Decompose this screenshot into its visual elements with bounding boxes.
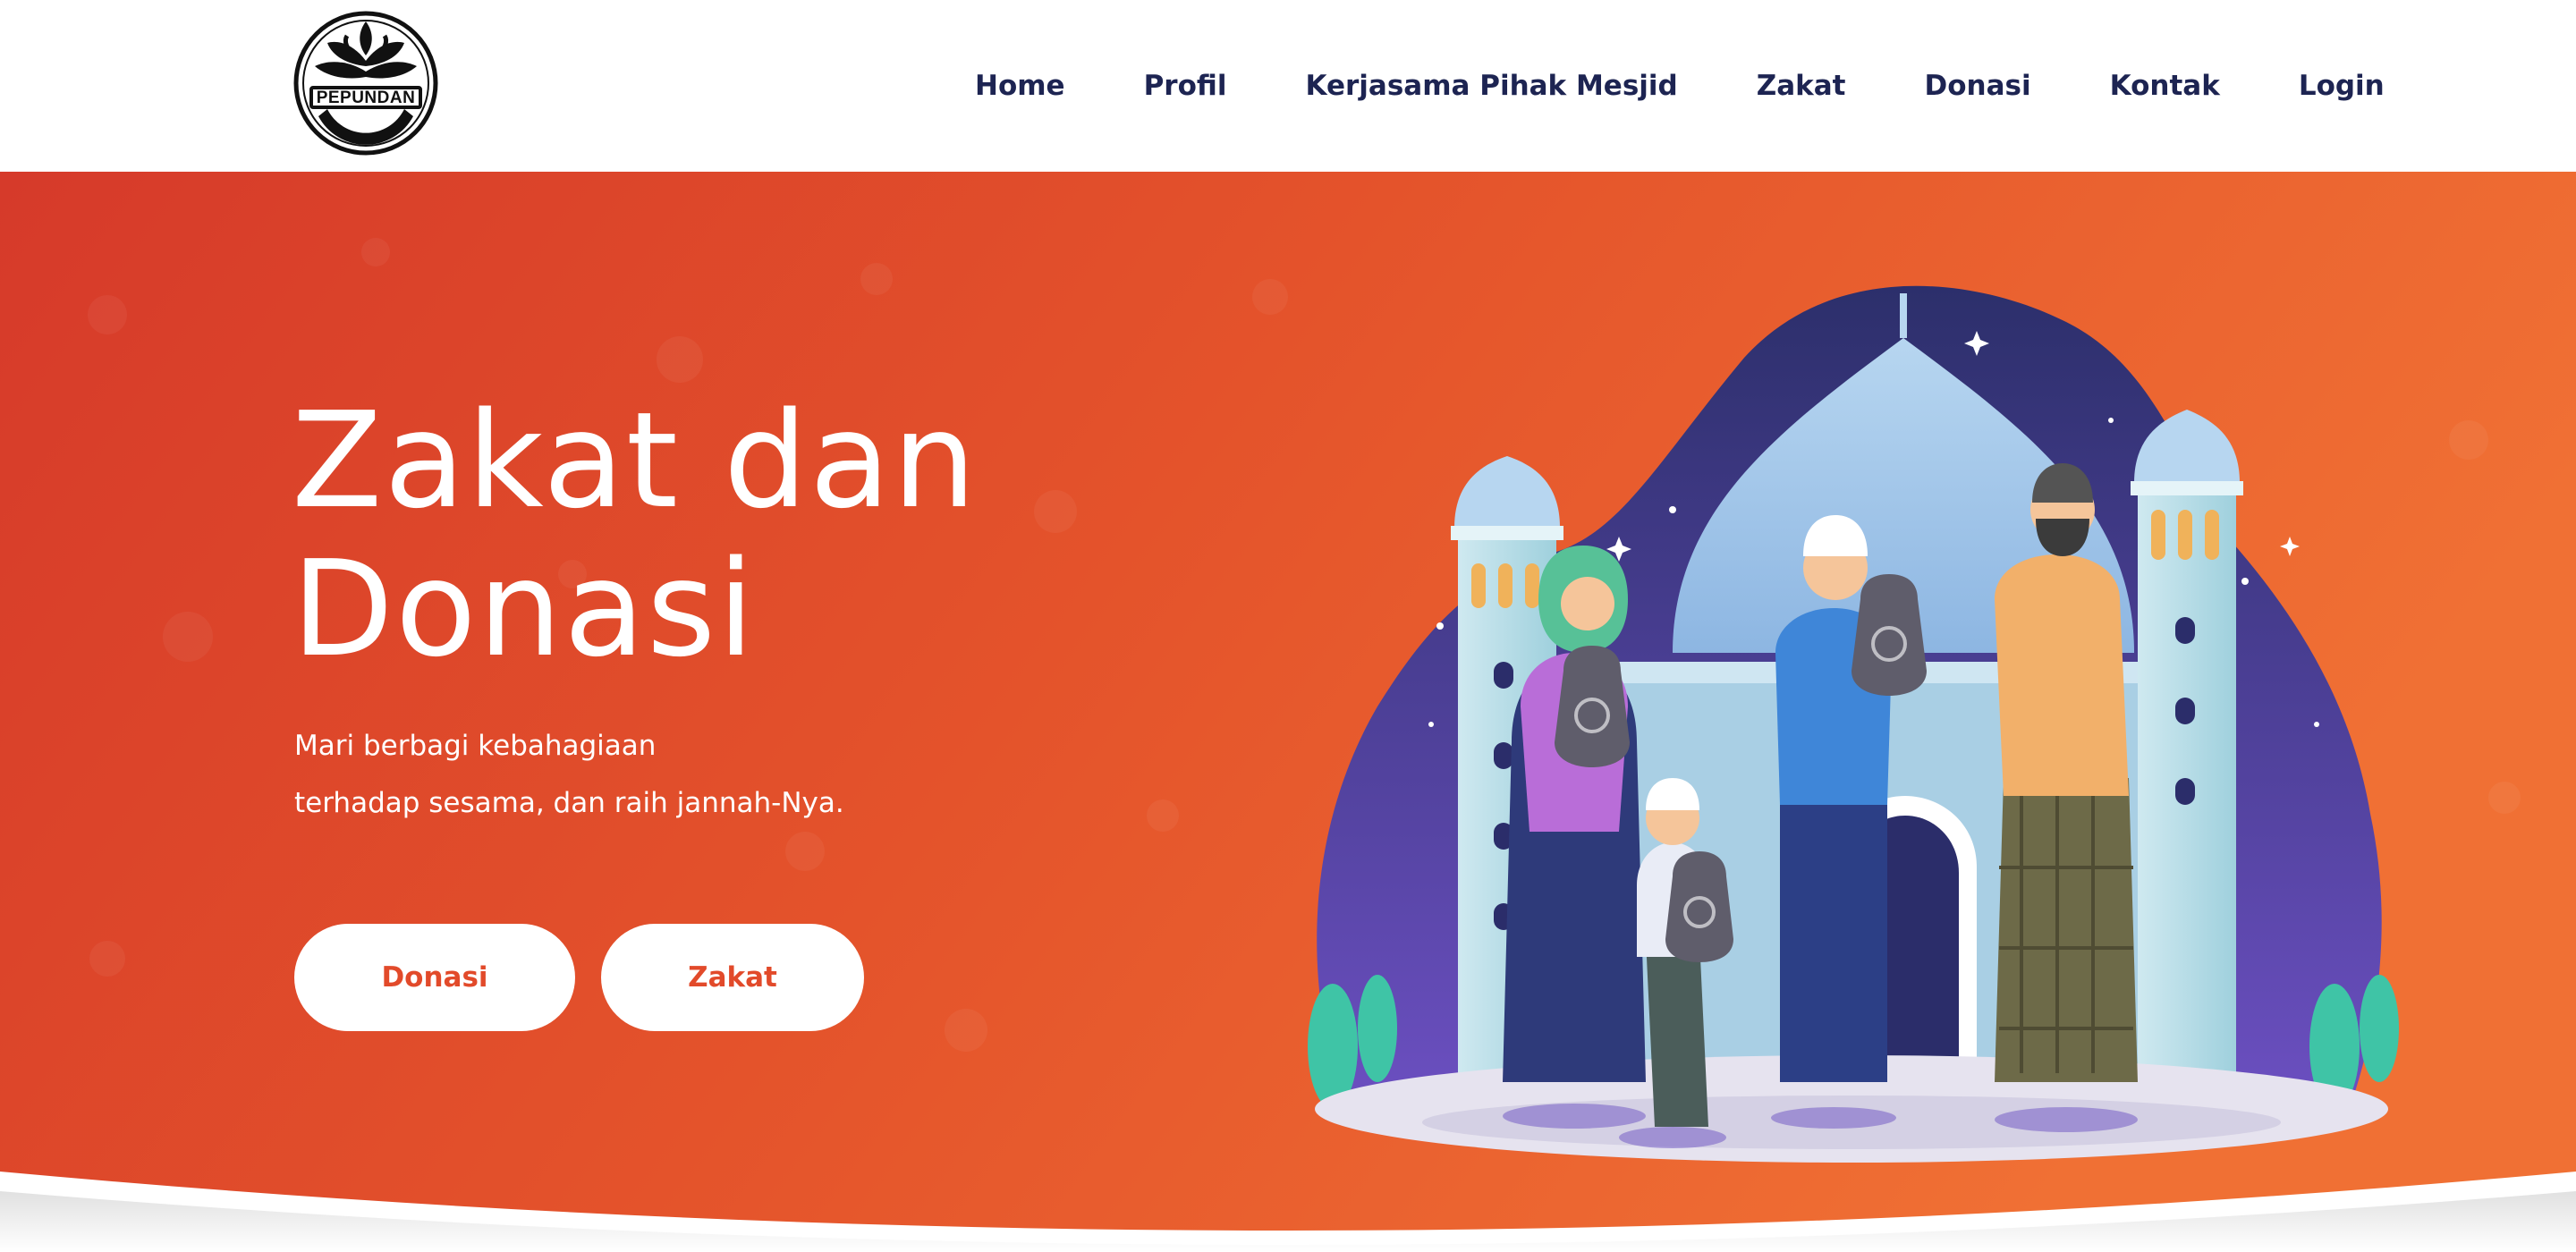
hero-title: Zakat dan Donasi: [292, 386, 1097, 683]
nav-zakat[interactable]: Zakat: [1757, 70, 1846, 102]
mosque-giving-illustration: [1279, 241, 2406, 1180]
hero-subtitle: Mari berbagi kebahagiaan terhadap sesama…: [294, 717, 1010, 832]
main-nav: Home Profil Kerjasama Pihak Mesjid Zakat…: [975, 0, 2385, 172]
donasi-button[interactable]: Donasi: [294, 924, 575, 1031]
logo-wordmark: PEPUNDAN: [309, 86, 422, 109]
nav-kontak[interactable]: Kontak: [2110, 70, 2220, 102]
nav-home[interactable]: Home: [975, 70, 1065, 102]
zakat-button[interactable]: Zakat: [601, 924, 864, 1031]
hero-subtitle-line2: terhadap sesama, dan raih jannah-Nya.: [294, 787, 844, 819]
hero-title-line2: Donasi: [292, 532, 757, 686]
nav-kerjasama[interactable]: Kerjasama Pihak Mesjid: [1306, 70, 1678, 102]
hero-subtitle-line1: Mari berbagi kebahagiaan: [294, 730, 657, 762]
hero-title-line1: Zakat dan: [292, 384, 979, 537]
nav-donasi[interactable]: Donasi: [1925, 70, 2031, 102]
pepundan-logo[interactable]: PEPUNDAN: [292, 9, 440, 157]
nav-profil[interactable]: Profil: [1144, 70, 1227, 102]
hero-section: Zakat dan Donasi Mari berbagi kebahagiaa…: [0, 172, 2576, 1252]
lotus-seal-icon: [293, 11, 438, 156]
nav-login[interactable]: Login: [2299, 70, 2385, 102]
site-header: PEPUNDAN Home Profil Kerjasama Pihak Mes…: [0, 0, 2576, 172]
